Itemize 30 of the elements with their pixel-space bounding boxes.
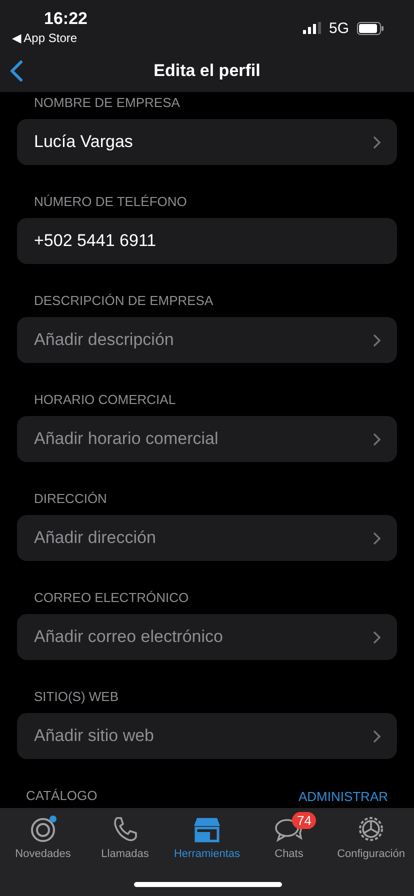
input-field[interactable]: +502 5441 6911 [17,218,397,264]
field-label: HORARIO COMERCIAL [34,392,177,408]
tab[interactable]: Chats 74 [248,814,330,862]
input-field[interactable]: Añadir descripción [17,317,397,363]
back-to-app-link[interactable]: ◀ App Store [12,31,88,45]
signal-icon [302,22,321,34]
input-field[interactable]: Añadir dirección [17,515,397,561]
screen-title: Edita el perfil [154,61,260,81]
status-time: 16:22 [44,9,88,29]
battery-icon [357,22,384,34]
section-label: CATÁLOGO [26,788,98,804]
field-label: NÚMERO DE TELÉFONO [34,194,188,210]
gear-icon [356,814,386,844]
manage-link[interactable]: ADMINISTRAR [298,788,388,804]
field-label: DIRECCIÓN [34,491,108,507]
network-label: 5G [328,20,349,36]
input-field[interactable]: Lucía Vargas [17,119,397,165]
input-field[interactable]: Añadir sitio web [17,713,397,759]
tab[interactable]: Llamadas [84,814,166,862]
input-field[interactable]: Añadir horario comercial [17,416,397,462]
field-label: SITIO(S) WEB [34,689,120,705]
field-label: CORREO ELECTRÓNICO [34,590,190,606]
tab[interactable]: Herramientas [166,814,248,862]
tab[interactable]: Configuración [330,814,412,862]
unread-badge: 74 [292,812,316,829]
input-field[interactable]: Añadir correo electrónico [17,614,397,660]
tab[interactable]: Novedades [2,814,84,862]
field-label: NOMBRE DE EMPRESA [34,95,181,111]
field-label: DESCRIPCIÓN DE EMPRESA [34,293,214,309]
back-icon[interactable] [8,60,24,82]
